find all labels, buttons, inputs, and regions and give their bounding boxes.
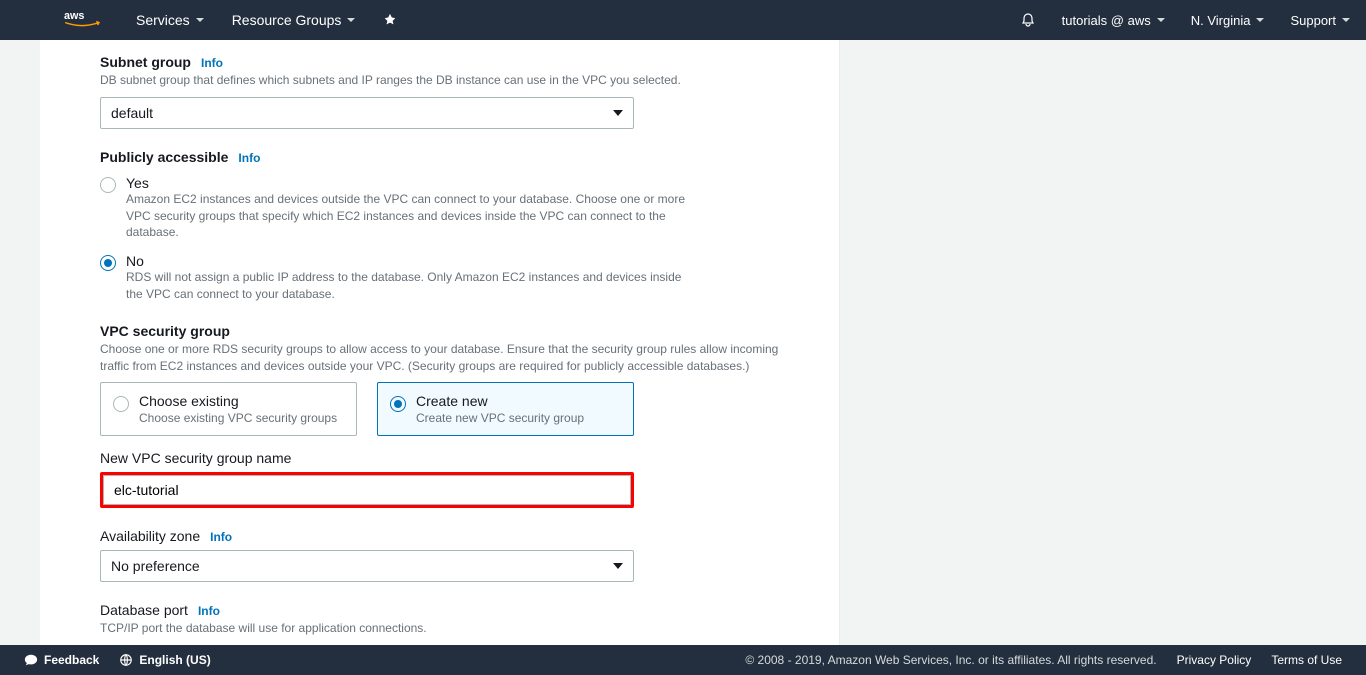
publicly-accessible-section: Publicly accessible Info Yes Amazon EC2 …: [100, 149, 779, 303]
radio-no-title: No: [126, 253, 779, 269]
choose-existing-title: Choose existing: [139, 393, 337, 409]
radio-yes-desc: Amazon EC2 instances and devices outside…: [126, 191, 686, 241]
svg-text:aws: aws: [64, 10, 84, 22]
resource-groups-menu[interactable]: Resource Groups: [232, 12, 356, 28]
availability-zone-section: Availability zone Info No preference: [100, 528, 779, 582]
publicly-accessible-no[interactable]: No RDS will not assign a public IP addre…: [100, 253, 779, 303]
form-panel: Subnet group Info DB subnet group that d…: [40, 40, 840, 645]
privacy-policy-link[interactable]: Privacy Policy: [1177, 653, 1252, 667]
radio-icon: [100, 177, 116, 193]
radio-icon: [113, 396, 129, 412]
subnet-group-label: Subnet group: [100, 54, 191, 70]
support-menu[interactable]: Support: [1290, 13, 1350, 28]
create-new-desc: Create new VPC security group: [416, 411, 584, 425]
speech-bubble-icon: [24, 653, 38, 667]
aws-logo[interactable]: aws: [64, 8, 100, 33]
terms-of-use-link[interactable]: Terms of Use: [1271, 653, 1342, 667]
vpc-sg-create-new[interactable]: Create new Create new VPC security group: [377, 382, 634, 436]
radio-yes-title: Yes: [126, 175, 779, 191]
chevron-down-icon: [1342, 18, 1350, 22]
new-sg-name-highlight: [100, 472, 634, 508]
notifications-icon[interactable]: [1020, 12, 1036, 28]
new-sg-name-section: New VPC security group name: [100, 450, 779, 508]
radio-icon: [100, 255, 116, 271]
account-menu[interactable]: tutorials @ aws: [1062, 13, 1165, 28]
radio-no-desc: RDS will not assign a public IP address …: [126, 269, 686, 303]
support-label: Support: [1290, 13, 1336, 28]
availability-zone-select[interactable]: No preference: [100, 550, 634, 582]
subnet-group-help: DB subnet group that defines which subne…: [100, 72, 779, 89]
services-label: Services: [136, 12, 190, 28]
vpc-sg-choose-existing[interactable]: Choose existing Choose existing VPC secu…: [100, 382, 357, 436]
chevron-down-icon: [1256, 18, 1264, 22]
publicly-accessible-yes[interactable]: Yes Amazon EC2 instances and devices out…: [100, 175, 779, 241]
chevron-down-icon: [613, 110, 623, 116]
resource-groups-label: Resource Groups: [232, 12, 342, 28]
db-port-label: Database port: [100, 602, 188, 618]
copyright-text: © 2008 - 2019, Amazon Web Services, Inc.…: [745, 653, 1156, 667]
feedback-label: Feedback: [44, 653, 99, 667]
chevron-down-icon: [613, 563, 623, 569]
subnet-group-value: default: [111, 105, 153, 121]
choose-existing-desc: Choose existing VPC security groups: [139, 411, 337, 425]
pin-icon[interactable]: [383, 13, 397, 27]
publicly-accessible-label: Publicly accessible: [100, 149, 228, 165]
az-value: No preference: [111, 558, 200, 574]
create-new-title: Create new: [416, 393, 584, 409]
language-selector[interactable]: English (US): [119, 653, 210, 667]
subnet-group-section: Subnet group Info DB subnet group that d…: [100, 54, 779, 129]
top-nav: aws Services Resource Groups tutorials @…: [0, 0, 1366, 40]
subnet-group-info-link[interactable]: Info: [201, 56, 223, 70]
radio-icon: [390, 396, 406, 412]
vpc-sg-help: Choose one or more RDS security groups t…: [100, 341, 779, 375]
chevron-down-icon: [196, 18, 204, 22]
services-menu[interactable]: Services: [136, 12, 204, 28]
db-port-info-link[interactable]: Info: [198, 604, 220, 618]
account-label: tutorials @ aws: [1062, 13, 1151, 28]
vpc-sg-label: VPC security group: [100, 323, 230, 339]
globe-icon: [119, 653, 133, 667]
new-sg-name-input[interactable]: [103, 475, 631, 505]
language-label: English (US): [139, 653, 210, 667]
db-port-help: TCP/IP port the database will use for ap…: [100, 620, 779, 637]
feedback-link[interactable]: Feedback: [24, 653, 99, 667]
region-menu[interactable]: N. Virginia: [1191, 13, 1265, 28]
vpc-security-group-section: VPC security group Choose one or more RD…: [100, 323, 779, 437]
chevron-down-icon: [347, 18, 355, 22]
az-info-link[interactable]: Info: [210, 530, 232, 544]
az-label: Availability zone: [100, 528, 200, 544]
subnet-group-select[interactable]: default: [100, 97, 634, 129]
chevron-down-icon: [1157, 18, 1165, 22]
region-label: N. Virginia: [1191, 13, 1251, 28]
new-sg-name-label: New VPC security group name: [100, 450, 291, 466]
content-area: Subnet group Info DB subnet group that d…: [0, 40, 1366, 645]
footer: Feedback English (US) © 2008 - 2019, Ama…: [0, 645, 1366, 675]
database-port-section: Database port Info TCP/IP port the datab…: [100, 602, 779, 645]
publicly-accessible-info-link[interactable]: Info: [238, 151, 260, 165]
